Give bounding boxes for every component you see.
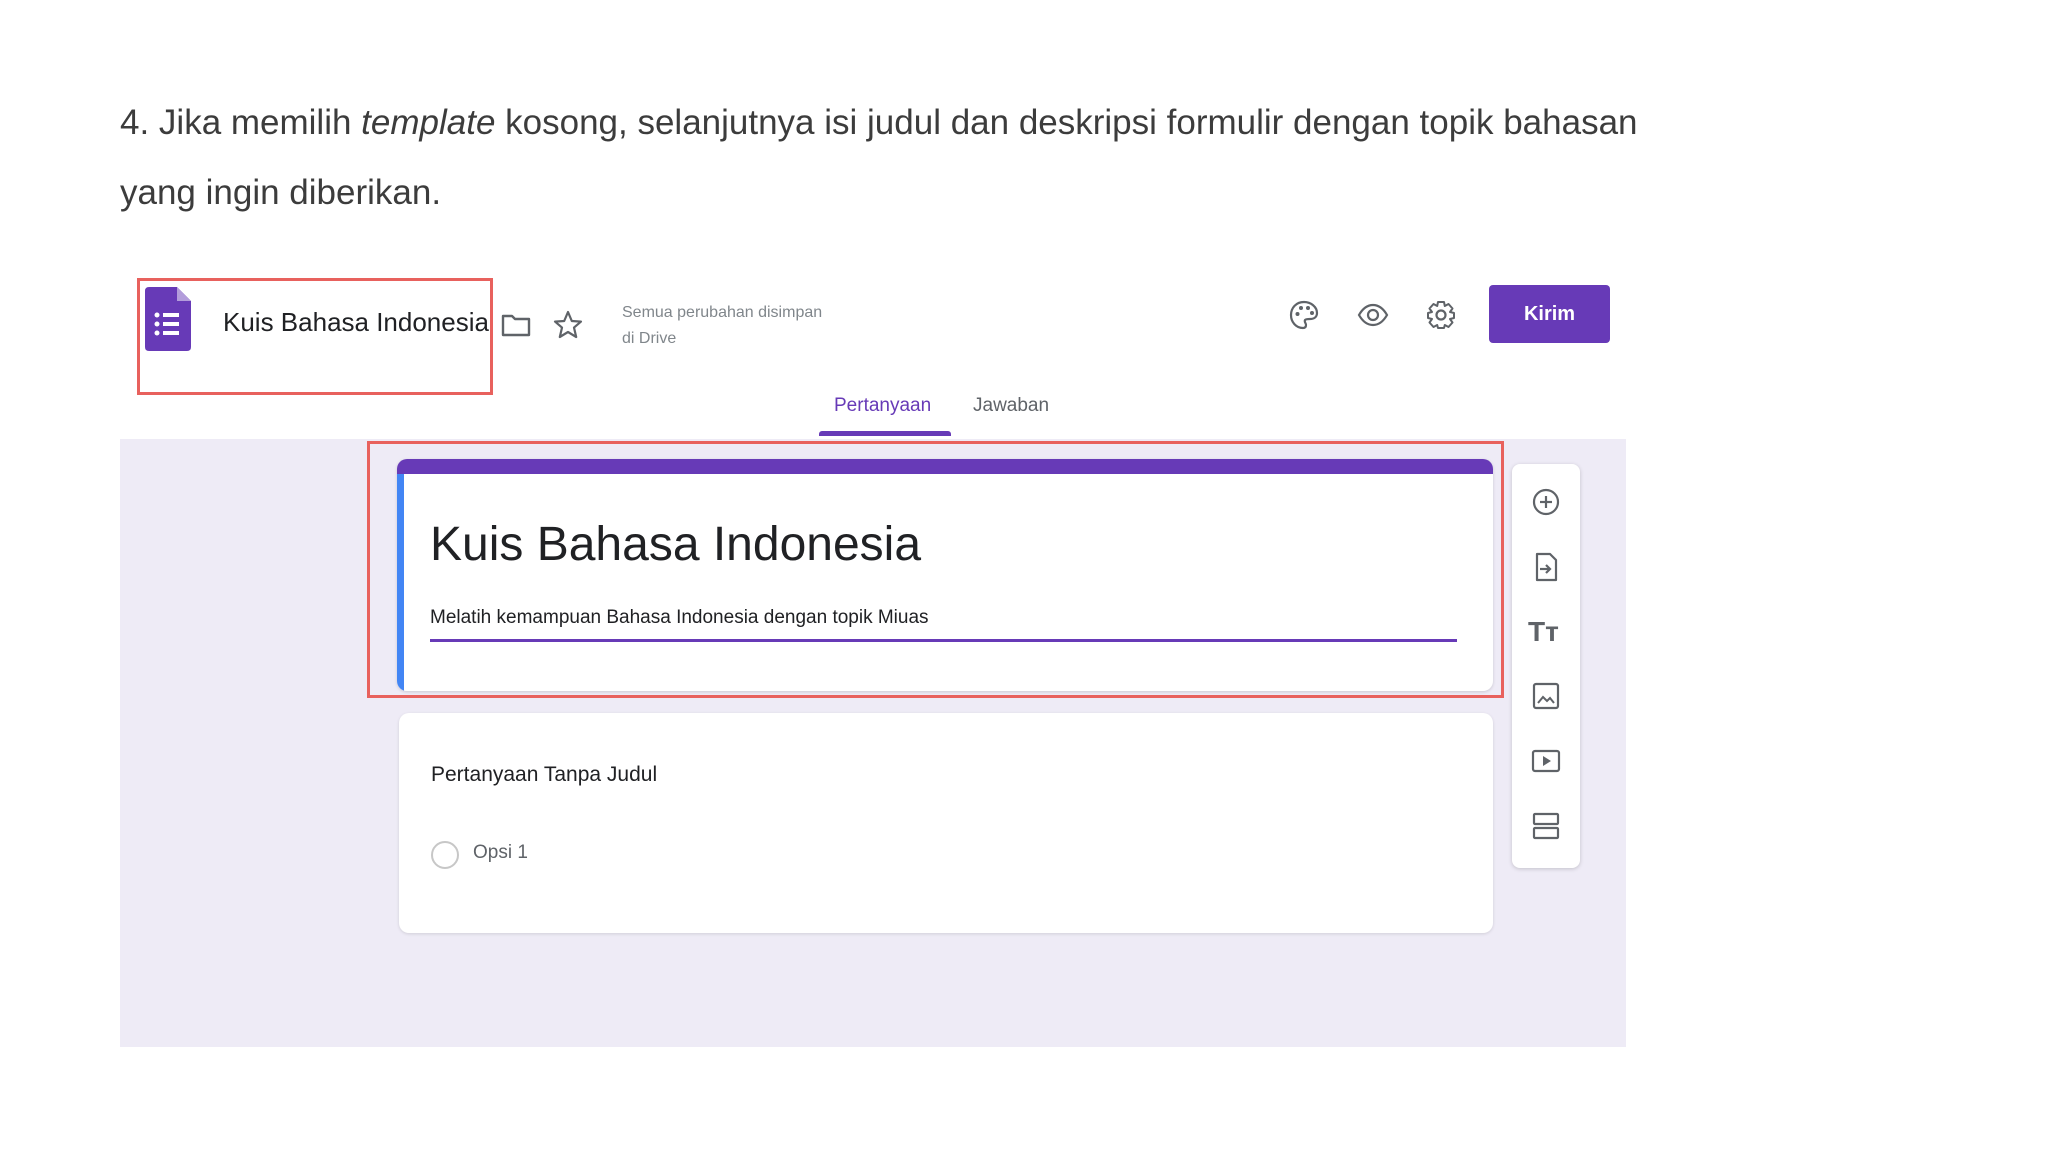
save-status-line1: Semua perubahan disimpan	[622, 304, 823, 321]
star-icon[interactable]	[552, 309, 584, 341]
radio-button[interactable]	[431, 841, 459, 869]
tab-questions[interactable]: Pertanyaan	[834, 395, 931, 417]
add-image-icon[interactable]	[1530, 680, 1562, 712]
save-status: Semua perubahan disimpan di Drive	[622, 300, 862, 352]
preview-eye-icon[interactable]	[1357, 299, 1389, 331]
instruction-italic: template	[361, 103, 496, 142]
add-section-icon[interactable]	[1530, 810, 1562, 842]
question-title[interactable]: Pertanyaan Tanpa Judul	[431, 763, 657, 787]
title-highlight-box	[137, 278, 493, 395]
active-tab-indicator	[819, 431, 951, 436]
tab-responses[interactable]: Jawaban	[973, 395, 1049, 417]
instruction-prefix: 4. Jika memilih	[120, 103, 362, 142]
option-label[interactable]: Opsi 1	[473, 842, 528, 864]
add-video-icon[interactable]	[1530, 745, 1562, 777]
floating-toolbar: Tт	[1512, 464, 1580, 868]
folder-icon[interactable]	[500, 309, 532, 341]
save-status-line2: di Drive	[622, 330, 677, 347]
settings-gear-icon[interactable]	[1425, 299, 1457, 331]
palette-icon[interactable]	[1288, 299, 1320, 331]
add-question-icon[interactable]	[1530, 486, 1562, 518]
question-card[interactable]: Pertanyaan Tanpa Judul Opsi 1	[399, 713, 1493, 933]
send-button[interactable]: Kirim	[1489, 285, 1610, 343]
add-title-icon[interactable]: Tт	[1528, 616, 1559, 648]
card-highlight-box	[367, 441, 1504, 698]
instruction-text: 4. Jika memilih template kosong, selanju…	[120, 88, 1640, 228]
import-questions-icon[interactable]	[1530, 551, 1562, 583]
